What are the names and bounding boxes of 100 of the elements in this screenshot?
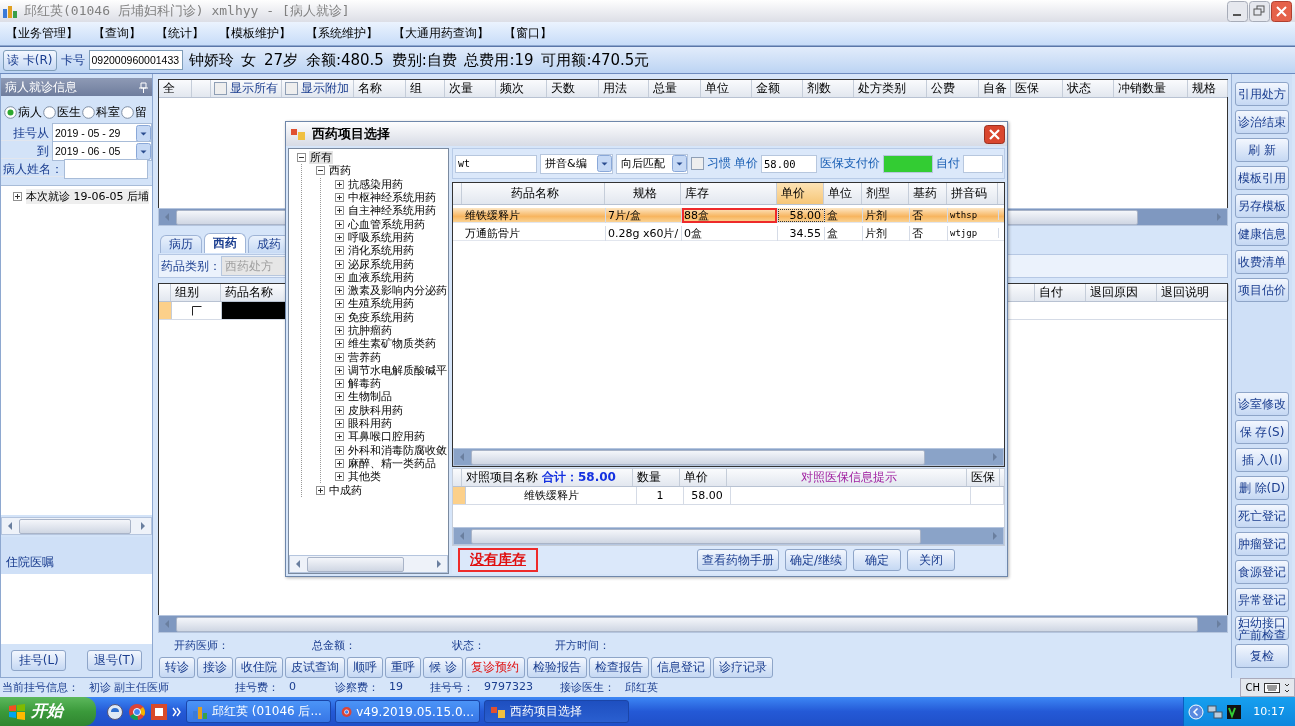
menu-item[interactable]: 【窗口】 bbox=[504, 25, 552, 42]
expand-icon[interactable] bbox=[335, 352, 344, 362]
expand-icon[interactable] bbox=[335, 206, 344, 216]
tree-item[interactable]: 其他类 bbox=[347, 470, 382, 484]
tree-item[interactable]: 消化系统用药 bbox=[347, 244, 415, 258]
column-header[interactable]: 单位 bbox=[824, 183, 862, 204]
expand-icon[interactable] bbox=[335, 299, 344, 309]
horizontal-scrollbar[interactable] bbox=[158, 615, 1228, 633]
radio-button[interactable] bbox=[4, 105, 17, 119]
tree-item[interactable]: 生物制品 bbox=[347, 390, 393, 404]
tree-item[interactable]: 免疫系统用药 bbox=[347, 310, 415, 324]
button[interactable]: 刷 新 bbox=[1235, 138, 1289, 162]
chrome-icon[interactable] bbox=[128, 702, 146, 721]
card-number-field[interactable]: 092000960001433 bbox=[88, 50, 183, 70]
button[interactable]: 妇幼接口产前检查 bbox=[1235, 616, 1289, 640]
expand-icon[interactable] bbox=[335, 312, 344, 322]
button[interactable]: 皮试查询 bbox=[285, 657, 345, 678]
close-button[interactable] bbox=[984, 124, 1005, 144]
button[interactable]: 接诊 bbox=[197, 657, 233, 678]
column-header[interactable]: 剂型 bbox=[862, 183, 909, 204]
button[interactable]: 退号(T) bbox=[86, 650, 142, 671]
options-icon[interactable] bbox=[1284, 681, 1290, 694]
scrollbar-thumb[interactable] bbox=[307, 556, 404, 572]
expand-icon[interactable] bbox=[335, 246, 344, 256]
more-icon[interactable] bbox=[172, 705, 182, 718]
scrollbar-thumb[interactable] bbox=[471, 528, 921, 544]
column-header[interactable]: 基药 bbox=[909, 183, 947, 204]
expand-icon[interactable] bbox=[335, 286, 344, 296]
tab[interactable]: 病历 bbox=[160, 235, 202, 253]
button[interactable]: 诊疗记录 bbox=[712, 657, 773, 678]
taskbar-button[interactable]: v49.2019.05.15.0... bbox=[335, 700, 480, 723]
minimize-button[interactable] bbox=[1227, 0, 1248, 22]
taskbar-button[interactable]: 邱红英 (01046 后... bbox=[186, 700, 331, 723]
button[interactable]: 确定/继续 bbox=[784, 549, 847, 571]
tree-item[interactable]: 抗感染用药 bbox=[347, 177, 404, 191]
button[interactable]: 食源登记 bbox=[1235, 560, 1289, 584]
tree-item[interactable]: 激素及影响内分泌药 bbox=[347, 284, 448, 298]
date-field[interactable]: 2019 - 06 - 05 bbox=[52, 141, 152, 161]
tree-item[interactable]: 血液系统用药 bbox=[347, 270, 415, 284]
button[interactable]: 挂号(L) bbox=[11, 650, 67, 671]
tree-item[interactable]: 耳鼻喉口腔用药 bbox=[347, 430, 426, 444]
start-button[interactable]: 开始 bbox=[0, 697, 96, 726]
row-marker[interactable] bbox=[159, 302, 172, 319]
tree-item[interactable]: 心血管系统用药 bbox=[347, 217, 426, 231]
expand-icon[interactable] bbox=[335, 445, 344, 455]
column-header[interactable]: 单价 bbox=[777, 183, 824, 204]
button[interactable]: 肿瘤登记 bbox=[1235, 532, 1289, 556]
expand-icon[interactable] bbox=[13, 192, 22, 201]
restore-button[interactable] bbox=[1249, 0, 1270, 22]
expand-icon[interactable] bbox=[335, 339, 344, 349]
button[interactable]: 顺呼 bbox=[347, 657, 383, 678]
button[interactable]: 查看药物手册 bbox=[696, 549, 779, 571]
expand-icon[interactable] bbox=[335, 365, 344, 375]
expand-icon[interactable] bbox=[335, 419, 344, 429]
expand-icon[interactable] bbox=[335, 392, 344, 402]
horizontal-scrollbar[interactable] bbox=[1, 517, 152, 535]
menu-item[interactable]: 【系统维护】 bbox=[306, 25, 378, 42]
expand-icon[interactable] bbox=[335, 432, 344, 442]
app-icon[interactable] bbox=[150, 702, 168, 721]
tab[interactable]: 西药 bbox=[204, 233, 246, 253]
button[interactable]: 异常登记 bbox=[1235, 588, 1289, 612]
browser-icon[interactable] bbox=[106, 702, 124, 721]
button[interactable]: 模板引用 bbox=[1235, 166, 1289, 190]
column-header[interactable]: 规格 bbox=[605, 183, 681, 204]
button[interactable]: 重呼 bbox=[385, 657, 421, 678]
button[interactable]: 复检 bbox=[1235, 644, 1289, 668]
expand-icon[interactable] bbox=[335, 259, 344, 269]
checkbox[interactable] bbox=[691, 157, 704, 170]
column-header[interactable]: 药品名称 bbox=[462, 183, 605, 204]
collapse-icon[interactable] bbox=[297, 153, 306, 163]
horizontal-scrollbar[interactable] bbox=[453, 527, 1004, 545]
column-header[interactable]: 拼音码 bbox=[947, 183, 998, 204]
pin-icon[interactable] bbox=[139, 81, 148, 93]
caret-icon[interactable] bbox=[136, 142, 151, 160]
button[interactable]: 关闭 bbox=[907, 549, 955, 571]
tree-item[interactable]: 泌尿系统用药 bbox=[347, 257, 415, 271]
date-field[interactable]: 2019 - 05 - 29 bbox=[52, 123, 152, 143]
button[interactable]: 确定 bbox=[853, 549, 901, 571]
tree-item[interactable]: 解毒药 bbox=[347, 377, 382, 391]
expand-icon[interactable] bbox=[335, 405, 344, 415]
dropdown[interactable]: 向后匹配 bbox=[616, 153, 688, 174]
tree-item[interactable]: 呼吸系统用药 bbox=[347, 230, 415, 244]
price-field[interactable]: 58.00 bbox=[761, 154, 817, 173]
tree-item[interactable]: 西药 bbox=[328, 164, 352, 178]
tree-item[interactable]: 抗肿瘤药 bbox=[347, 324, 393, 337]
table-row[interactable]: 维铁缓释片 7片/盒 88盒 58.00 盒 片剂 否 wthsp bbox=[453, 208, 1004, 223]
checkbox[interactable] bbox=[191, 305, 202, 316]
language-indicator[interactable]: CH bbox=[1245, 682, 1260, 693]
tree-item[interactable]: 中成药 bbox=[328, 483, 363, 497]
scrollbar-thumb[interactable] bbox=[176, 616, 1198, 632]
button[interactable]: 检查报告 bbox=[588, 657, 649, 678]
expand-icon[interactable] bbox=[335, 193, 344, 203]
keyboard-icon[interactable] bbox=[1264, 681, 1280, 694]
horizontal-scrollbar[interactable] bbox=[453, 448, 1004, 466]
search-field[interactable]: wt bbox=[455, 154, 537, 173]
horizontal-scrollbar[interactable] bbox=[289, 555, 448, 573]
caret-icon[interactable] bbox=[136, 124, 151, 142]
checkbox[interactable] bbox=[214, 82, 227, 95]
collapse-icon[interactable] bbox=[316, 166, 325, 176]
tree-item[interactable]: 眼科用药 bbox=[347, 417, 393, 431]
